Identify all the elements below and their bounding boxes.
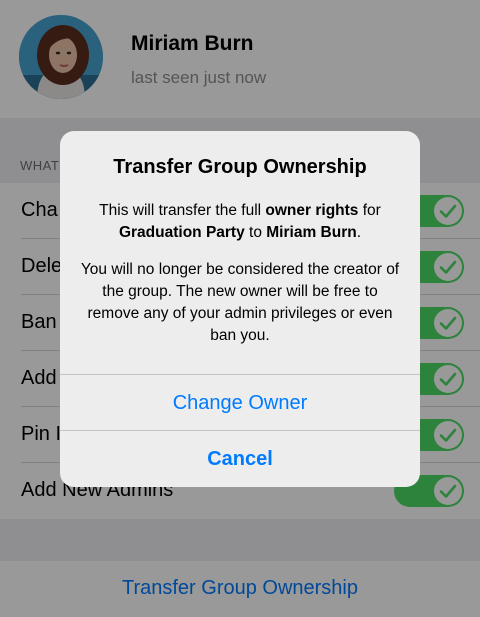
alert-message-emphasis: owner rights (265, 202, 359, 219)
alert-message-text: This will transfer the full (99, 202, 266, 219)
cancel-button[interactable]: Cancel (60, 431, 420, 487)
alert-message-rights: This will transfer the full owner rights… (80, 200, 400, 244)
alert-message-warning: You will no longer be considered the cre… (80, 261, 400, 344)
alert-message-text: . (356, 224, 362, 241)
alert-message-text: to (244, 224, 267, 241)
alert-new-owner-name: Miriam Burn (266, 224, 357, 241)
alert-group-name: Graduation Party (118, 224, 245, 241)
transfer-ownership-alert: Transfer Group Ownership This will trans… (60, 131, 420, 487)
alert-message-text: for (358, 202, 381, 219)
alert-title: Transfer Group Ownership (113, 156, 367, 178)
change-owner-button[interactable]: Change Owner (60, 375, 420, 431)
